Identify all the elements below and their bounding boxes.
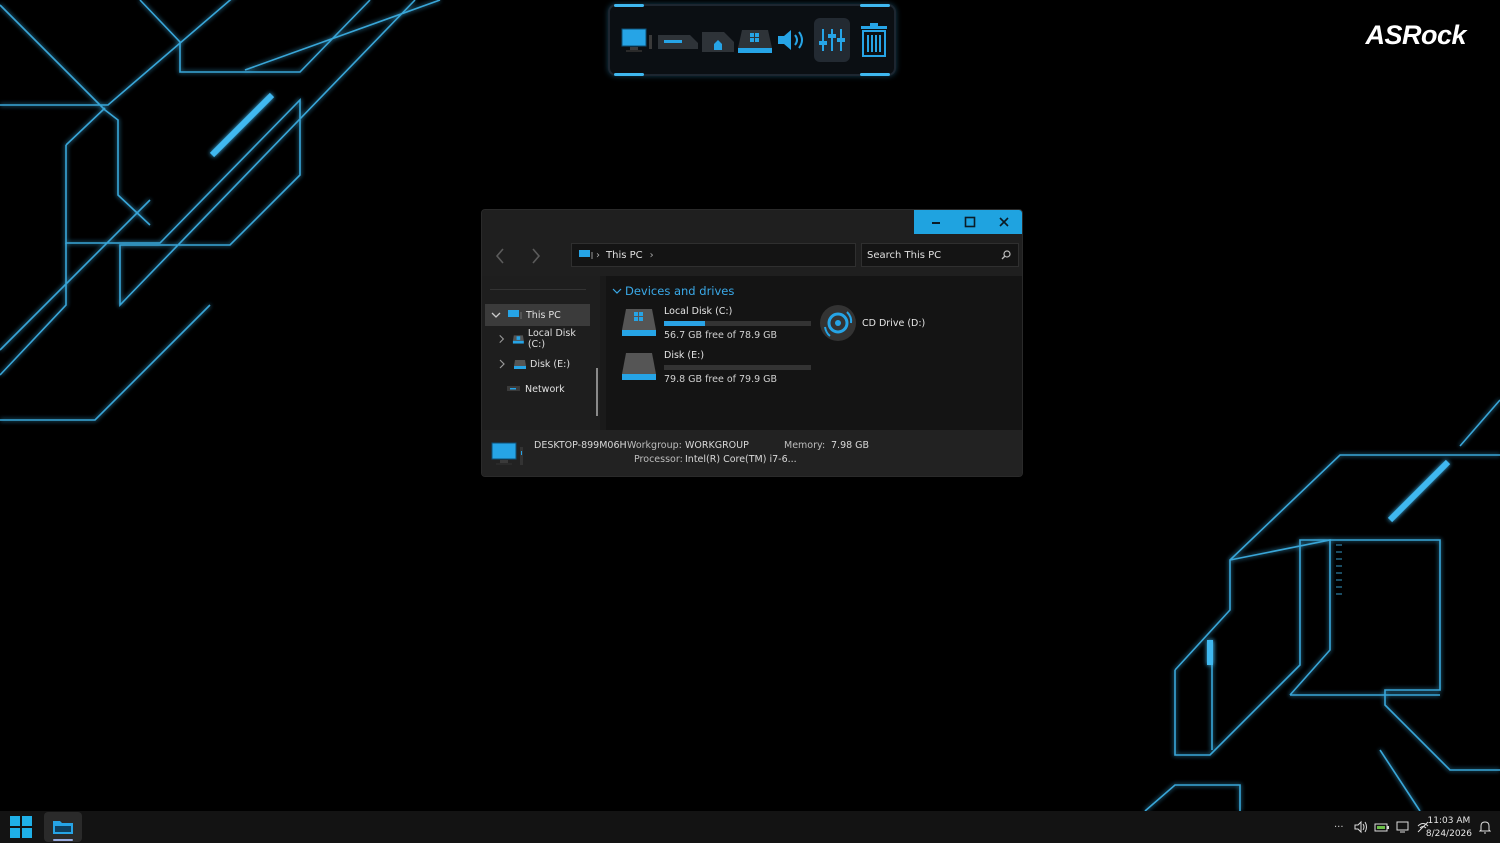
workgroup-value: WORKGROUP: [685, 440, 749, 451]
processor-value: Intel(R) Core(TM) i7-6...: [685, 454, 797, 465]
system-tray: ···: [1334, 811, 1430, 843]
processor-label: Processor:: [634, 454, 683, 465]
chevron-down-icon: [612, 288, 622, 294]
network-icon: [507, 386, 520, 391]
group-header[interactable]: Devices and drives: [612, 284, 734, 298]
clock[interactable]: 11:03 AM 8/24/2026: [1426, 815, 1472, 841]
breadcrumb-separator-icon: ›: [596, 249, 600, 261]
drive-usage-bar: [664, 321, 811, 326]
dock-items: [616, 18, 894, 62]
drive-name: Local Disk (C:): [664, 306, 733, 317]
monitor-icon[interactable]: [616, 18, 656, 62]
close-button[interactable]: [988, 210, 1020, 234]
computer-name: DESKTOP-899M06H: [534, 440, 627, 451]
drive-usage-bar: [664, 365, 811, 370]
maximize-button[interactable]: [954, 210, 986, 234]
sidebar-item-disk-e[interactable]: Disk (E:): [485, 353, 590, 375]
drive-icon: [513, 335, 524, 344]
folder-icon: [53, 821, 73, 834]
taskbar-file-explorer[interactable]: [44, 812, 82, 842]
notification-bell-icon[interactable]: [1479, 820, 1491, 834]
drive-name: CD Drive (D:): [862, 317, 926, 329]
chevron-down-icon: [491, 312, 501, 318]
start-button[interactable]: [8, 814, 34, 840]
drive-icon[interactable]: [736, 18, 774, 62]
minimize-button[interactable]: [920, 210, 952, 234]
drive-free-space: 79.8 GB free of 79.9 GB: [664, 374, 778, 385]
dock-cap: [860, 4, 890, 7]
sidebar-item-network[interactable]: Network: [485, 378, 590, 400]
monitor-icon: [579, 250, 593, 259]
search-input[interactable]: Search This PC: [867, 250, 1001, 261]
mixer-icon[interactable]: [814, 18, 850, 62]
maximize-icon: [964, 216, 976, 228]
drive-name: Disk (E:): [664, 350, 705, 361]
caption-buttons: [914, 210, 1022, 234]
details-pane: DESKTOP-899M06H Workgroup: WORKGROUP Mem…: [482, 430, 1022, 476]
chevron-right-icon: [499, 359, 505, 369]
windows-logo-icon: [10, 816, 32, 838]
memory-value: 7.98 GB: [831, 440, 870, 451]
breadcrumb-this-pc[interactable]: This PC: [606, 250, 643, 261]
chevron-right-icon: [532, 248, 541, 264]
display-icon[interactable]: [1396, 820, 1410, 834]
sidebar-item-label: Local Disk (C:): [527, 328, 576, 350]
drive-free-space: 56.7 GB free of 78.9 GB: [664, 330, 778, 341]
active-indicator: [53, 839, 73, 841]
dock-cap: [614, 73, 644, 76]
breadcrumb-separator-icon: ›: [649, 249, 654, 261]
speaker-icon[interactable]: [774, 18, 810, 62]
asrock-logo: ASRock: [1365, 20, 1466, 50]
explorer-window: › This PC › Search This PC This PC Local…: [481, 209, 1023, 477]
minimize-icon: [932, 222, 940, 224]
cd-drive-icon: [820, 305, 856, 341]
taskbar: ··· 11:03 AM 8/24/2026: [0, 811, 1500, 843]
group-header-label: Devices and drives: [625, 284, 735, 298]
network-icon[interactable]: [700, 18, 736, 62]
navigation-bar: › This PC › Search This PC: [482, 236, 1022, 276]
back-button[interactable]: [488, 243, 512, 269]
divider: [490, 289, 586, 290]
monitor-icon: [508, 310, 522, 319]
sidebar-item-label: Network: [525, 383, 565, 395]
close-icon: [999, 217, 1009, 227]
chevron-left-icon: [495, 248, 504, 264]
navigation-pane: This PC Local Disk (C:) Disk (E:) Networ…: [482, 276, 600, 430]
tray-overflow-button[interactable]: ···: [1334, 822, 1344, 833]
sidebar-scrollbar[interactable]: [596, 368, 598, 416]
content-pane: Devices and drives Local Disk (C:) 56.7 …: [606, 276, 1022, 430]
drive-local-disk-c[interactable]: Local Disk (C:) 56.7 GB free of 78.9 GB: [620, 306, 811, 341]
forward-button[interactable]: [524, 243, 548, 269]
battery-icon[interactable]: [1374, 820, 1390, 834]
dock-cap: [614, 4, 644, 7]
chevron-right-icon: [499, 334, 505, 344]
drive-disk-e[interactable]: Disk (E:) 79.8 GB free of 79.9 GB: [620, 350, 811, 385]
clock-date: 8/24/2026: [1425, 829, 1472, 839]
sidebar-item-local-disk-c[interactable]: Local Disk (C:): [485, 328, 590, 350]
workgroup-label: Workgroup:: [627, 440, 682, 451]
drive-usage-fill: [664, 321, 706, 326]
trash-icon[interactable]: [854, 18, 894, 62]
drive-icon: [622, 353, 656, 380]
search-box[interactable]: Search This PC: [861, 243, 1019, 267]
dock: [608, 4, 896, 76]
sidebar-item-label: This PC: [526, 309, 561, 321]
search-icon: [1001, 250, 1011, 260]
drive-icon: [514, 360, 526, 369]
clock-time: 11:03 AM: [1427, 816, 1471, 826]
address-bar[interactable]: › This PC ›: [571, 243, 856, 267]
drive-icon: [622, 309, 656, 336]
drive-cd-d[interactable]: CD Drive (D:): [818, 303, 925, 343]
memory-label: Memory:: [784, 440, 826, 451]
dock-cap: [860, 73, 890, 76]
sidebar-item-label: Disk (E:): [530, 358, 571, 370]
pc-tower-icon[interactable]: [656, 18, 700, 62]
volume-icon[interactable]: [1354, 820, 1368, 834]
computer-icon: [491, 442, 523, 465]
sidebar-item-this-pc[interactable]: This PC: [485, 304, 590, 326]
